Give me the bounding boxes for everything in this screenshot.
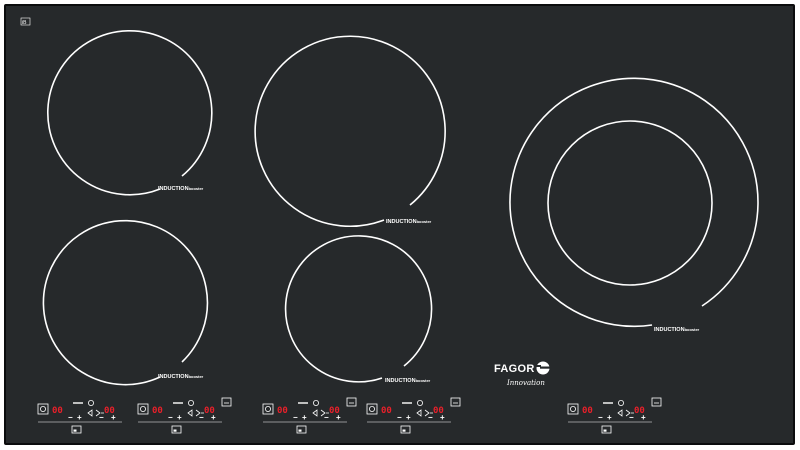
zone-selector-icon[interactable] [71, 425, 82, 434]
timer-plus-button[interactable]: + [211, 413, 216, 422]
power-level-display: 00 [582, 406, 593, 416]
power-icon[interactable] [37, 403, 49, 415]
zone-label-top-center: INDUCTIONbooster [386, 219, 432, 225]
plus-button[interactable]: + [302, 413, 307, 422]
timer-plus-button[interactable]: + [336, 413, 341, 422]
booster-icon[interactable] [617, 409, 623, 417]
lock-icon[interactable] [346, 397, 357, 407]
inner-ring [547, 120, 713, 286]
timer-minus-button[interactable]: − [199, 413, 204, 422]
plus-button[interactable]: + [406, 413, 411, 422]
zone-label-bottom-center: INDUCTIONbooster [385, 378, 431, 384]
timer-clock-icon [73, 399, 95, 406]
power-icon[interactable] [262, 403, 274, 415]
corner-badge-text: iB [22, 20, 27, 26]
minus-button[interactable]: − [293, 413, 298, 422]
minus-button[interactable]: − [598, 413, 603, 422]
minus-button[interactable]: − [68, 413, 73, 422]
cooking-zone-bottom-center[interactable] [284, 235, 433, 383]
control-strip-4: 00− +00− + [366, 397, 461, 434]
power-icon[interactable] [567, 403, 579, 415]
brand-logo: FAGOR Innovation [494, 361, 550, 387]
booster-icon[interactable] [187, 409, 193, 417]
zone-selector-icon[interactable] [296, 425, 307, 434]
plus-button[interactable]: + [177, 413, 182, 422]
plus-button[interactable]: + [77, 413, 82, 422]
control-panels: 00− +00− +00− +00− +00− +00− +00− +00− +00− +00− + [37, 397, 662, 434]
zone-selector-icon[interactable] [601, 425, 612, 434]
timer-minus-button[interactable]: − [99, 413, 104, 422]
power-icon[interactable] [366, 403, 378, 415]
timer-plus-button[interactable]: + [641, 413, 646, 422]
brand-tagline: Innovation [506, 379, 545, 387]
zone-label-top-left: INDUCTIONbooster [158, 186, 204, 192]
zone-selector-icon[interactable] [171, 425, 182, 434]
timer-minus-button[interactable]: − [428, 413, 433, 422]
brand-name: FAGOR [494, 363, 535, 375]
cooking-zone-top-center[interactable] [254, 35, 446, 228]
cooking-zone-bottom-left[interactable] [42, 219, 209, 386]
minus-button[interactable]: − [397, 413, 402, 422]
timer-minus-button[interactable]: − [629, 413, 634, 422]
timer-plus-button[interactable]: + [111, 413, 116, 422]
control-strip-3: 00− +00− + [262, 397, 357, 434]
cooktop-drawing: iB INDUCTIONbooster INDUCTIONbooster IND… [20, 17, 759, 434]
lock-icon[interactable] [221, 397, 232, 407]
booster-icon[interactable] [312, 409, 318, 417]
control-strip-1: 00− +00− + [37, 399, 122, 434]
cooking-zone-top-left[interactable] [47, 29, 213, 196]
timer-minus-button[interactable]: − [324, 413, 329, 422]
cooking-zone-right-dual[interactable] [509, 77, 759, 328]
lock-icon[interactable] [450, 397, 461, 407]
booster-icon[interactable] [416, 409, 422, 417]
corner-badge: iB [20, 17, 31, 26]
timer-clock-icon [298, 399, 319, 406]
zone-label-right: INDUCTIONbooster [654, 327, 700, 333]
induction-cooktop: iB INDUCTIONbooster INDUCTIONbooster IND… [0, 0, 800, 450]
power-level-display: 00 [52, 406, 63, 416]
timer-plus-button[interactable]: + [440, 413, 445, 422]
minus-button[interactable]: − [168, 413, 173, 422]
control-strip-2: 00− +00− + [137, 397, 232, 434]
zone-selector-icon[interactable] [400, 425, 411, 434]
booster-icon[interactable] [87, 409, 93, 417]
brand-emblem-icon [536, 361, 550, 375]
power-level-display: 00 [277, 406, 288, 416]
timer-clock-icon [603, 399, 625, 406]
lock-icon[interactable] [651, 397, 662, 407]
power-level-display: 00 [381, 406, 392, 416]
power-icon[interactable] [137, 403, 149, 415]
power-level-display: 00 [152, 406, 163, 416]
control-strip-5: 00− +00− + [567, 397, 662, 434]
plus-button[interactable]: + [607, 413, 612, 422]
timer-clock-icon [173, 399, 194, 406]
timer-clock-icon [402, 399, 423, 406]
zone-label-bottom-left: INDUCTIONbooster [158, 374, 204, 380]
